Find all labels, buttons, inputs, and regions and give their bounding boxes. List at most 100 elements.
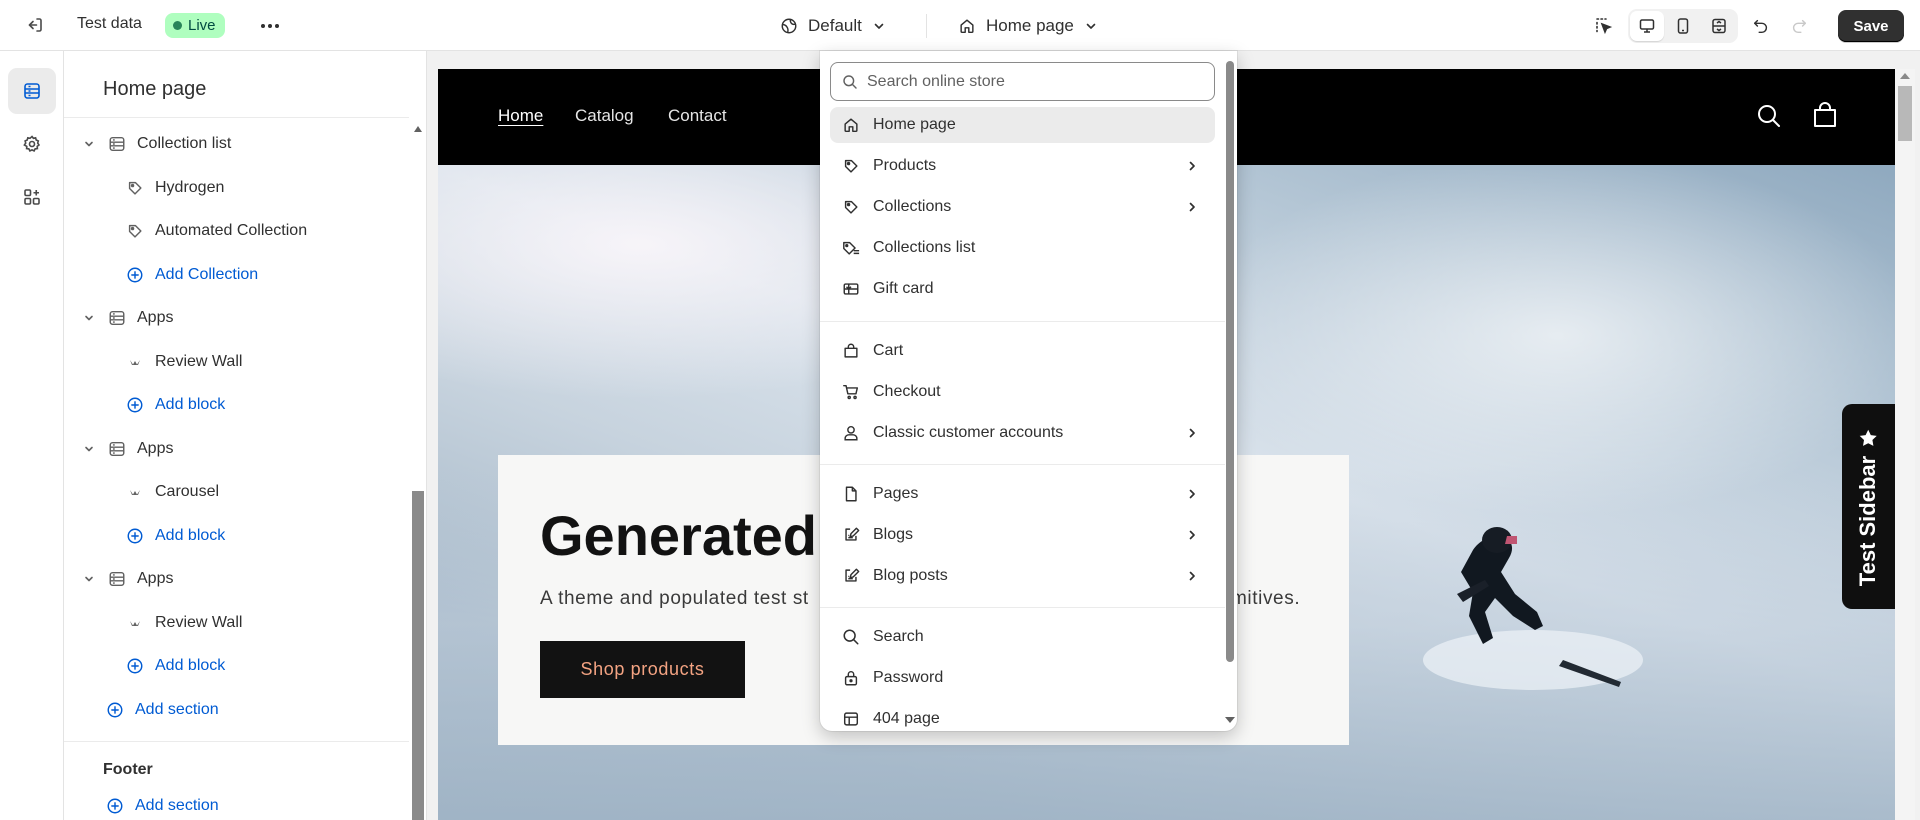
theme-selector[interactable]: Default xyxy=(780,12,886,40)
chevron-down-icon[interactable] xyxy=(80,312,98,324)
template-item-404-page[interactable]: 404 page xyxy=(830,701,1215,731)
template-item-blog-posts[interactable]: Blog posts xyxy=(830,558,1215,594)
tag-icon xyxy=(841,198,861,216)
settings-gear-icon[interactable] xyxy=(8,121,56,167)
nav-link-contact[interactable]: Contact xyxy=(668,106,727,126)
test-sidebar-label: Test Sidebar xyxy=(1855,455,1881,586)
block-label: Automated Collection xyxy=(155,222,308,239)
gift-card-icon xyxy=(841,280,861,298)
section-label: Apps xyxy=(137,570,174,587)
item-label: Home page xyxy=(873,116,956,133)
skier-image xyxy=(1423,527,1643,690)
search-icon[interactable] xyxy=(1756,103,1782,129)
item-label: Products xyxy=(873,157,937,174)
nav-link-home[interactable]: Home xyxy=(498,106,543,126)
home-icon xyxy=(841,116,861,134)
footer-add-section-button[interactable]: Add section xyxy=(104,786,219,820)
globe-icon xyxy=(780,17,798,35)
template-item-products[interactable]: Products xyxy=(830,148,1215,184)
cart-icon xyxy=(841,383,861,401)
item-label: 404 page xyxy=(873,710,940,727)
template-item-checkout[interactable]: Checkout xyxy=(830,374,1215,410)
cart-icon[interactable] xyxy=(1811,102,1839,130)
template-item-pages[interactable]: Pages xyxy=(830,476,1215,512)
template-item-home-page[interactable]: Home page xyxy=(830,107,1215,143)
redo-icon[interactable] xyxy=(1786,13,1812,39)
hero-description: A theme and populated test st xyxy=(540,588,809,609)
sidebar-header: Home page xyxy=(64,51,409,118)
block-hydrogen[interactable]: Hydrogen xyxy=(124,168,224,208)
add-block-button[interactable]: Add block xyxy=(124,646,225,686)
topbar-divider xyxy=(926,14,927,38)
add-collection-button[interactable]: Add Collection xyxy=(124,255,258,295)
collections-list-icon xyxy=(841,239,861,257)
chevron-right-icon xyxy=(1185,159,1199,173)
shop-products-button[interactable]: Shop products xyxy=(540,641,745,698)
dropdown-divider xyxy=(820,607,1225,608)
add-circle-icon xyxy=(104,701,126,719)
more-actions-icon[interactable] xyxy=(257,13,283,39)
chevron-down-icon[interactable] xyxy=(80,443,98,455)
template-item-gift-card[interactable]: Gift card xyxy=(830,271,1215,307)
scroll-up-arrow-icon[interactable] xyxy=(1899,72,1911,80)
template-dropdown: Home page Products Collections Collectio… xyxy=(820,51,1237,731)
block-carousel[interactable]: Carousel xyxy=(124,472,219,512)
section-apps[interactable]: Apps xyxy=(80,559,173,599)
lock-icon xyxy=(841,669,861,687)
apps-icon[interactable] xyxy=(8,174,56,220)
desktop-icon[interactable] xyxy=(1630,11,1664,41)
section-icon xyxy=(106,309,128,327)
scroll-down-arrow-icon[interactable] xyxy=(1225,717,1235,723)
block-review-wall[interactable]: Review Wall xyxy=(124,603,242,643)
block-automated-collection[interactable]: Automated Collection xyxy=(124,211,307,251)
sections-icon[interactable] xyxy=(8,68,56,114)
add-block-button[interactable]: Add block xyxy=(124,385,225,425)
template-item-password[interactable]: Password xyxy=(830,660,1215,696)
fullscreen-icon[interactable] xyxy=(1702,11,1736,41)
item-label: Pages xyxy=(873,485,919,502)
add-circle-icon xyxy=(124,396,146,414)
mobile-icon[interactable] xyxy=(1666,11,1700,41)
block-review-wall[interactable]: Review Wall xyxy=(124,342,242,382)
store-name: Test data xyxy=(77,15,142,32)
template-item-classic-customer-accounts[interactable]: Classic customer accounts xyxy=(830,415,1215,451)
add-block-button[interactable]: Add block xyxy=(124,516,225,556)
dropdown-divider xyxy=(820,464,1225,465)
template-item-search[interactable]: Search xyxy=(830,619,1215,655)
chevron-right-icon xyxy=(1185,200,1199,214)
exit-icon[interactable] xyxy=(22,13,46,37)
section-apps[interactable]: Apps xyxy=(80,429,173,469)
template-item-collections[interactable]: Collections xyxy=(830,189,1215,225)
item-label: Checkout xyxy=(873,383,941,400)
theme-label: Default xyxy=(808,16,862,35)
template-item-cart[interactable]: Cart xyxy=(830,333,1215,369)
block-label: Review Wall xyxy=(155,353,243,370)
section-apps[interactable]: Apps xyxy=(80,298,173,338)
inspector-icon[interactable] xyxy=(1591,13,1617,39)
scroll-up-arrow-icon[interactable] xyxy=(412,123,424,135)
undo-icon[interactable] xyxy=(1748,13,1774,39)
template-item-collections-list[interactable]: Collections list xyxy=(830,230,1215,266)
sidebar-scrollbar[interactable] xyxy=(412,491,424,820)
search-input[interactable] xyxy=(867,72,1197,91)
template-item-blogs[interactable]: Blogs xyxy=(830,517,1215,553)
block-label: Hydrogen xyxy=(155,179,225,196)
chevron-down-icon[interactable] xyxy=(80,138,98,150)
preview-scrollbar-track[interactable] xyxy=(1895,69,1915,820)
chevron-right-icon xyxy=(1185,528,1199,542)
template-selector[interactable]: Home page xyxy=(958,12,1098,40)
item-label: Blogs xyxy=(873,526,914,543)
test-sidebar-tab[interactable]: Test Sidebar xyxy=(1842,404,1895,609)
nav-link-catalog[interactable]: Catalog xyxy=(575,106,634,126)
blog-icon xyxy=(841,567,861,585)
section-label: Collection list xyxy=(137,135,232,152)
search-field[interactable] xyxy=(830,62,1215,101)
dropdown-scrollbar[interactable] xyxy=(1226,61,1234,662)
preview-scrollbar-thumb[interactable] xyxy=(1898,86,1912,141)
blog-icon xyxy=(841,526,861,544)
add-section-button[interactable]: Add section xyxy=(104,690,219,730)
section-collection-list[interactable]: Collection list xyxy=(80,124,231,164)
app-block-icon xyxy=(124,357,146,367)
save-button[interactable]: Save xyxy=(1838,10,1904,42)
chevron-down-icon[interactable] xyxy=(80,573,98,585)
